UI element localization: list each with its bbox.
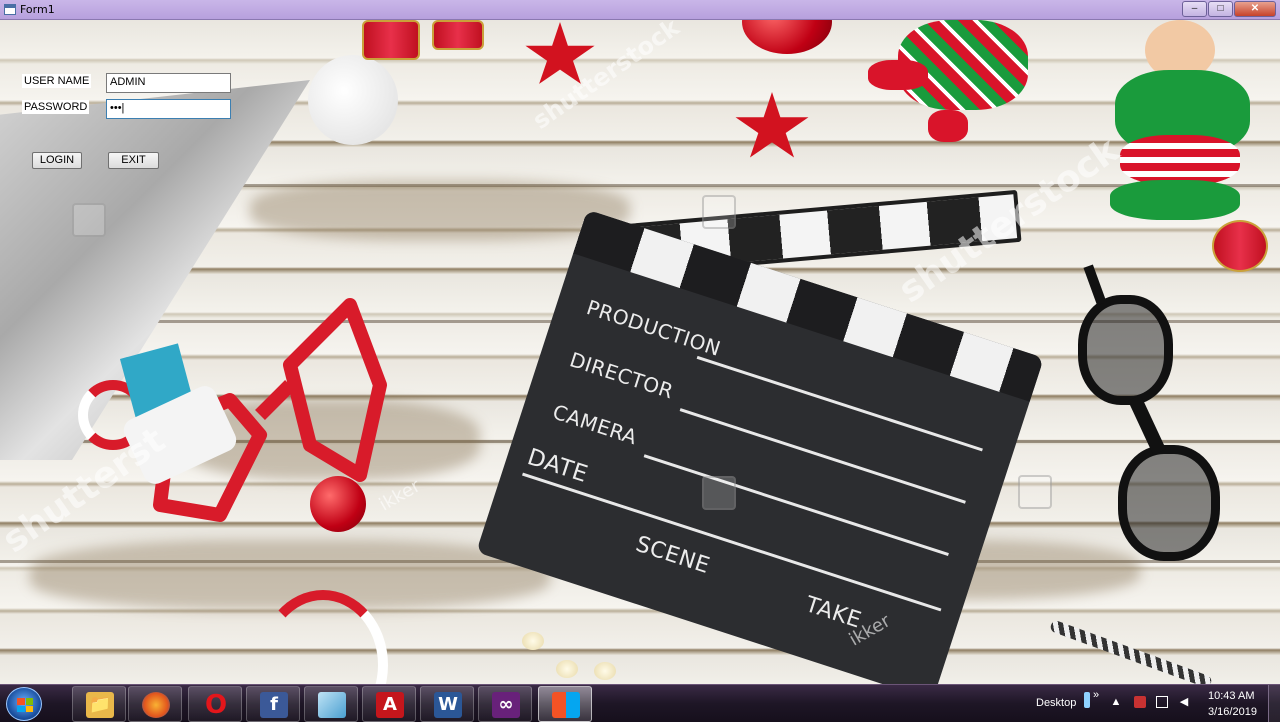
- desktop-toolbar-chevron[interactable]: »: [1093, 689, 1099, 701]
- folder-icon: 📁: [86, 692, 114, 718]
- watermark-logo: [1018, 475, 1052, 509]
- white-pompom: [308, 55, 398, 145]
- password-field[interactable]: •••|: [106, 99, 231, 119]
- clock-time[interactable]: 10:43 AM: [1208, 690, 1254, 702]
- drum-ornament: [362, 20, 420, 60]
- red-star-ornament: [735, 92, 809, 158]
- facebook-icon: f: [260, 692, 288, 718]
- popcorn: [556, 660, 578, 678]
- close-button[interactable]: ✕: [1234, 1, 1276, 17]
- action-center-flag-icon[interactable]: [1134, 696, 1146, 708]
- clapper-production: PRODUCTION: [583, 295, 724, 361]
- clapper-line: [643, 454, 949, 557]
- clapperboard: PRODUCTION DIRECTOR CAMERA DATE SCENE TA…: [476, 209, 1044, 684]
- watermark-logo: [72, 203, 106, 237]
- taskbar-active-app[interactable]: ▦: [538, 686, 592, 722]
- taskbar-facebook[interactable]: f: [246, 686, 300, 722]
- window-title: Form1: [20, 3, 55, 16]
- adobe-reader-icon: A: [376, 692, 404, 718]
- black-glasses-decoration: [1070, 264, 1230, 585]
- clapper-director: DIRECTOR: [566, 347, 677, 404]
- usb-icon[interactable]: [1084, 692, 1090, 708]
- drum-ornament: [432, 20, 484, 50]
- taskbar-explorer[interactable]: 📁: [72, 686, 126, 722]
- clapper-scene: SCENE: [632, 531, 713, 580]
- password-label: PASSWORD: [22, 100, 90, 114]
- watermark: shutterstock: [527, 20, 685, 135]
- username-label: USER NAME: [22, 74, 92, 88]
- login-button[interactable]: LOGIN: [32, 152, 82, 169]
- opera-icon: O: [204, 690, 228, 720]
- form-app-icon: ▦: [552, 692, 580, 718]
- minimize-button[interactable]: –: [1182, 1, 1207, 17]
- start-button[interactable]: [6, 687, 42, 721]
- popcorn: [594, 662, 616, 680]
- network-icon[interactable]: [1156, 696, 1168, 708]
- title-bar: Form1 – □ ✕: [0, 0, 1280, 20]
- window-controls: – □ ✕: [1182, 1, 1276, 17]
- firefox-icon: ●: [142, 692, 170, 718]
- clapper-camera: CAMERA: [549, 399, 641, 450]
- show-desktop-button[interactable]: [1268, 685, 1280, 722]
- show-hidden-icons-icon[interactable]: ▲: [1110, 696, 1122, 708]
- elf-ornament: [868, 20, 1048, 150]
- exit-button[interactable]: EXIT: [108, 152, 159, 169]
- app-icon: ▰: [318, 692, 346, 718]
- form-background: PRODUCTION DIRECTOR CAMERA DATE SCENE TA…: [0, 20, 1280, 684]
- taskbar-opera[interactable]: O: [188, 686, 242, 722]
- red-ball-ornament: [310, 476, 366, 532]
- desktop-toolbar[interactable]: Desktop: [1036, 697, 1076, 709]
- watermark-logo: [702, 476, 736, 510]
- clock-date[interactable]: 3/16/2019: [1208, 706, 1257, 718]
- volume-icon[interactable]: ◀: [1178, 696, 1190, 708]
- form-icon: [4, 4, 16, 15]
- taskbar-adobe-reader[interactable]: A: [362, 686, 416, 722]
- username-field[interactable]: ADMIN: [106, 73, 231, 93]
- elf-ornament: [1090, 20, 1265, 235]
- taskbar-visual-studio[interactable]: ∞: [478, 686, 532, 722]
- wood-stain: [250, 180, 630, 240]
- windows-logo-icon: [17, 698, 33, 712]
- taskbar-firefox[interactable]: ●: [128, 686, 182, 722]
- red-ball-ornament: [742, 20, 832, 54]
- clapper-date: DATE: [524, 444, 592, 488]
- taskbar-app[interactable]: ▰: [304, 686, 358, 722]
- striped-straw: [1049, 619, 1213, 684]
- visual-studio-icon: ∞: [492, 692, 520, 718]
- word-icon: W: [434, 692, 462, 718]
- popcorn: [522, 632, 544, 650]
- maximize-button[interactable]: □: [1208, 1, 1233, 17]
- watermark-logo: [702, 195, 736, 229]
- taskbar-word[interactable]: W: [420, 686, 474, 722]
